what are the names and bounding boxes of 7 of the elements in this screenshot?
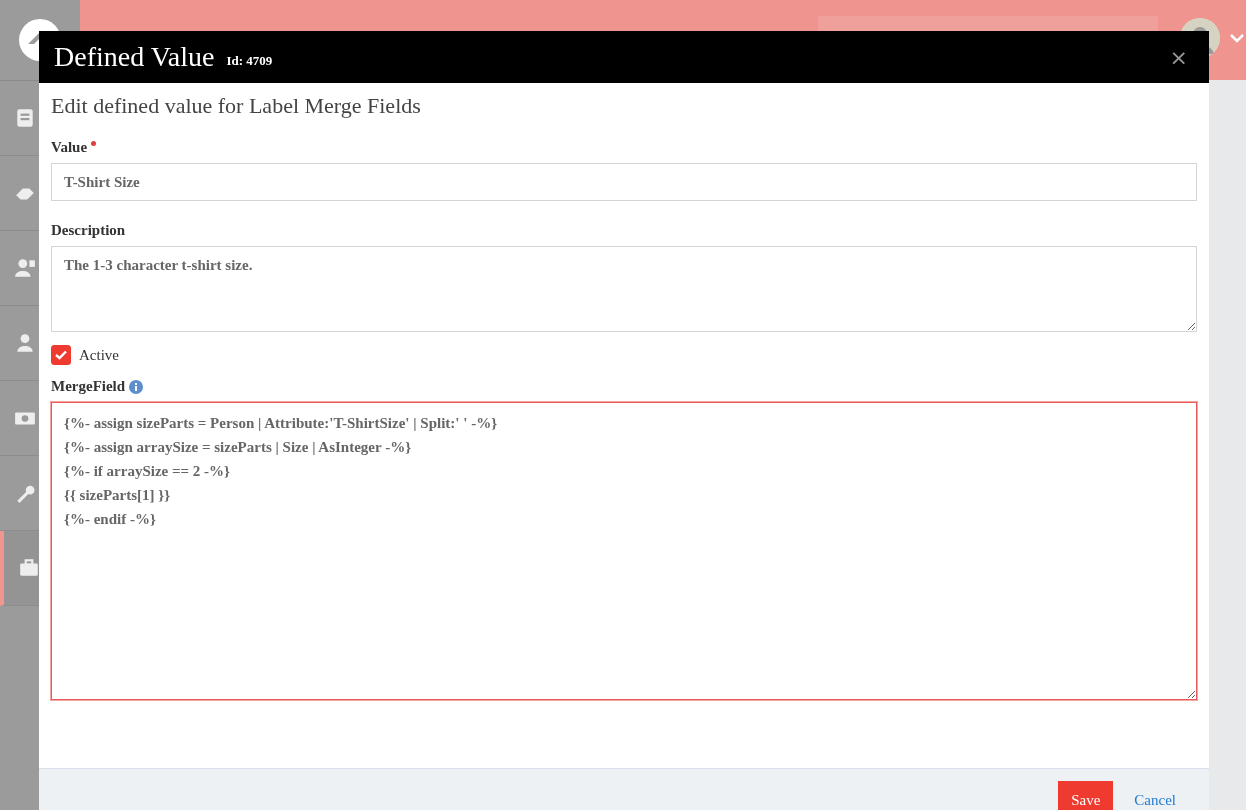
dialog-title: Defined Value: [54, 41, 215, 73]
checkbox-label: Active: [79, 346, 119, 364]
field-label: Value: [51, 139, 88, 156]
field-label: MergeField: [51, 378, 126, 395]
dialog-subtitle: Edit defined value for Label Merge Fields: [51, 93, 422, 119]
id-label: Id: 4709: [226, 53, 273, 69]
field-label: Description: [51, 222, 126, 239]
